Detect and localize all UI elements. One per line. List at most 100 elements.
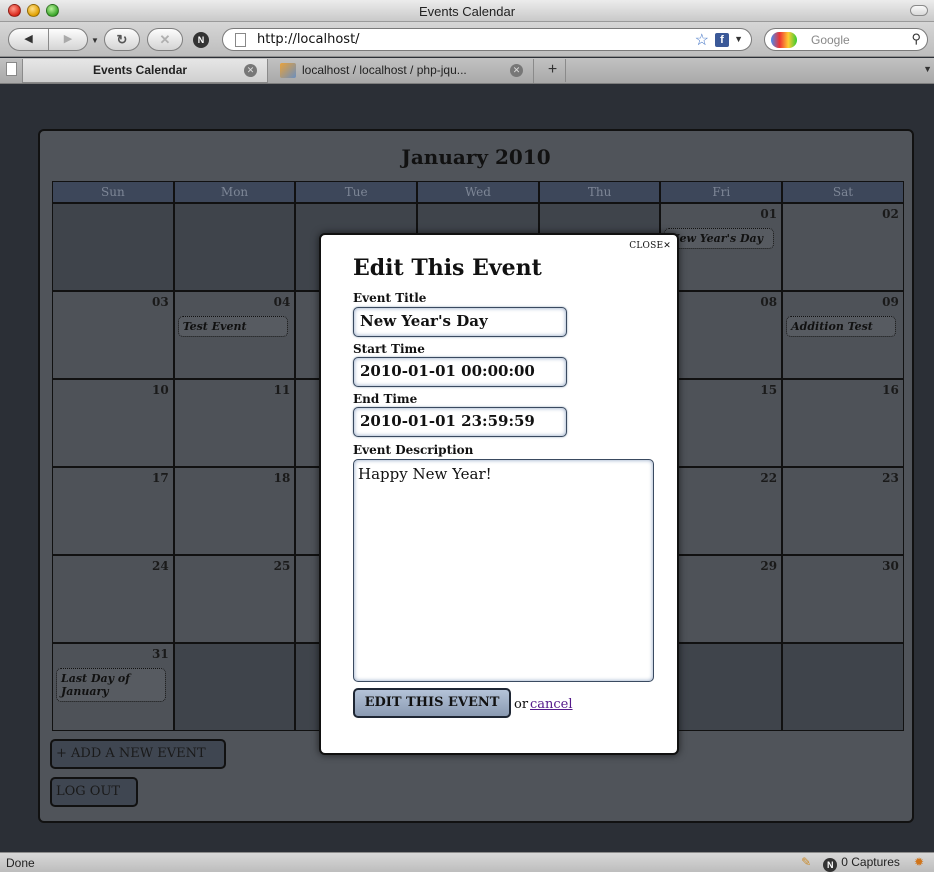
day-cell: 25 (173, 555, 296, 643)
toolbar-toggle-button[interactable] (910, 5, 928, 16)
status-text: Done (6, 856, 35, 870)
tab-close-icon[interactable]: ✕ (510, 64, 523, 77)
edit-event-modal: CLOSE✕ Edit This Event Event Title New Y… (319, 233, 679, 755)
forward-arrow-icon: ▶ (63, 33, 73, 45)
event-link[interactable]: Last Day of January (56, 668, 166, 702)
day-cell: 23 (782, 467, 904, 555)
day-number: 09 (882, 295, 899, 309)
browser-toolbar: ◀ ▶ ▼ ↻ ✕ N http://localhost/ ☆ f ▼ Goog… (0, 22, 934, 57)
day-cell: 24 (52, 555, 174, 643)
day-cell: 17 (52, 467, 174, 555)
page-icon (235, 33, 246, 47)
star-icon[interactable]: ☆ (695, 30, 709, 50)
nav-buttons: ◀ ▶ (8, 28, 88, 51)
weekday-header: Wed (417, 181, 539, 203)
event-link[interactable]: New Year's Day (664, 228, 775, 249)
weekday-header: Sun (52, 181, 174, 203)
day-cell: 16 (782, 379, 904, 467)
day-number: 10 (151, 383, 169, 397)
day-cell: 10 (52, 379, 174, 467)
magnifier-icon[interactable]: ⚲ (911, 31, 921, 47)
end-time-label: End Time (353, 392, 418, 406)
day-number: 01 (760, 207, 778, 221)
logout-button[interactable]: LOG OUT (50, 777, 138, 807)
tab-events-calendar[interactable]: Events Calendar ✕ (22, 59, 268, 83)
window-title: Events Calendar (418, 4, 516, 19)
event-description-textarea[interactable]: Happy New Year! (353, 459, 654, 682)
weekday-header: Sat (782, 181, 904, 203)
reload-button[interactable]: ↻ (104, 28, 140, 51)
day-cell: 18 (173, 467, 296, 555)
day-number: 18 (273, 471, 291, 485)
tab-phpmyadmin[interactable]: localhost / localhost / php-jqu... ✕ (270, 59, 534, 83)
weekday-header: Mon (173, 181, 296, 203)
url-bar[interactable]: http://localhost/ ☆ f ▼ (222, 28, 752, 51)
edit-event-submit-button[interactable]: EDIT THIS EVENT (353, 688, 511, 718)
empty-day-cell (173, 203, 296, 291)
forward-button[interactable]: ▶ (49, 29, 87, 50)
search-engine-icon[interactable] (771, 32, 797, 48)
back-arrow-icon: ◀ (24, 33, 33, 45)
event-link[interactable]: Addition Test (786, 316, 897, 337)
event-title-input[interactable]: New Year's Day (353, 307, 567, 337)
history-dropdown-icon[interactable]: ▼ (91, 36, 99, 45)
day-number: 11 (273, 383, 291, 397)
day-number: 29 (760, 559, 778, 573)
tab-bar: Events Calendar ✕ localhost / localhost … (0, 58, 934, 84)
start-time-label: Start Time (353, 342, 425, 356)
end-time-input[interactable]: 2010-01-01 23:59:59 (353, 407, 567, 437)
phpmyadmin-icon (280, 63, 296, 78)
day-number: 23 (882, 471, 899, 485)
day-number: 24 (151, 559, 169, 573)
new-tab-button[interactable]: + (540, 59, 566, 82)
event-description-label: Event Description (353, 443, 474, 457)
event-title-label: Event Title (353, 291, 427, 305)
start-time-input[interactable]: 2010-01-01 00:00:00 (353, 357, 567, 387)
reload-icon: ↻ (116, 32, 128, 47)
day-cell: 11 (173, 379, 296, 467)
event-link[interactable]: Test Event (177, 316, 288, 337)
search-input[interactable]: Google (811, 33, 850, 47)
day-number: 25 (273, 559, 291, 573)
day-number: 16 (882, 383, 899, 397)
day-number: 04 (273, 295, 291, 309)
day-number: 31 (151, 647, 169, 661)
back-button[interactable]: ◀ (9, 29, 49, 50)
weekday-header: Fri (660, 181, 783, 203)
tab-list-icon[interactable]: ▼ (923, 64, 932, 74)
search-bar[interactable]: Google ⚲ (764, 28, 928, 51)
noscript-status-icon[interactable]: N (823, 858, 838, 872)
tab-close-icon[interactable]: ✕ (244, 64, 257, 77)
facebook-icon[interactable]: f (715, 33, 729, 47)
page-icon (6, 62, 17, 76)
noscript-icon[interactable]: N (193, 32, 209, 48)
modal-heading: Edit This Event (353, 255, 542, 281)
page-viewport: January 2010 Sun Mon Tue Wed Thu Fri Sat… (0, 85, 934, 852)
day-number: 02 (882, 207, 899, 221)
empty-day-cell (782, 643, 904, 731)
url-dropdown-icon[interactable]: ▼ (734, 34, 743, 44)
day-cell: 02 (782, 203, 904, 291)
day-number: 15 (760, 383, 778, 397)
add-event-button[interactable]: + ADD A NEW EVENT (50, 739, 226, 769)
month-title: January 2010 (401, 145, 551, 169)
stop-button[interactable]: ✕ (147, 28, 183, 51)
modal-close-button[interactable]: CLOSE✕ (629, 241, 671, 251)
day-number: 30 (882, 559, 899, 573)
day-cell: 04 Test Event (173, 291, 296, 379)
firebug-icon[interactable]: ✹ (914, 855, 924, 869)
day-number: 17 (151, 471, 169, 485)
day-cell: 31 Last Day of January (52, 643, 174, 731)
weekday-header-row: Sun Mon Tue Wed Thu Fri Sat (52, 181, 904, 203)
day-cell: 30 (782, 555, 904, 643)
or-text: or (514, 697, 529, 712)
tab-label: Events Calendar (93, 63, 188, 77)
weekday-header: Thu (538, 181, 661, 203)
cancel-link[interactable]: cancel (530, 697, 573, 712)
day-cell: 03 (52, 291, 174, 379)
day-number: 03 (151, 295, 169, 309)
pen-icon[interactable]: ✎ (801, 855, 811, 869)
captures-count[interactable]: 0 Captures (841, 855, 900, 869)
empty-day-cell (173, 643, 296, 731)
url-input[interactable]: http://localhost/ (257, 32, 360, 47)
